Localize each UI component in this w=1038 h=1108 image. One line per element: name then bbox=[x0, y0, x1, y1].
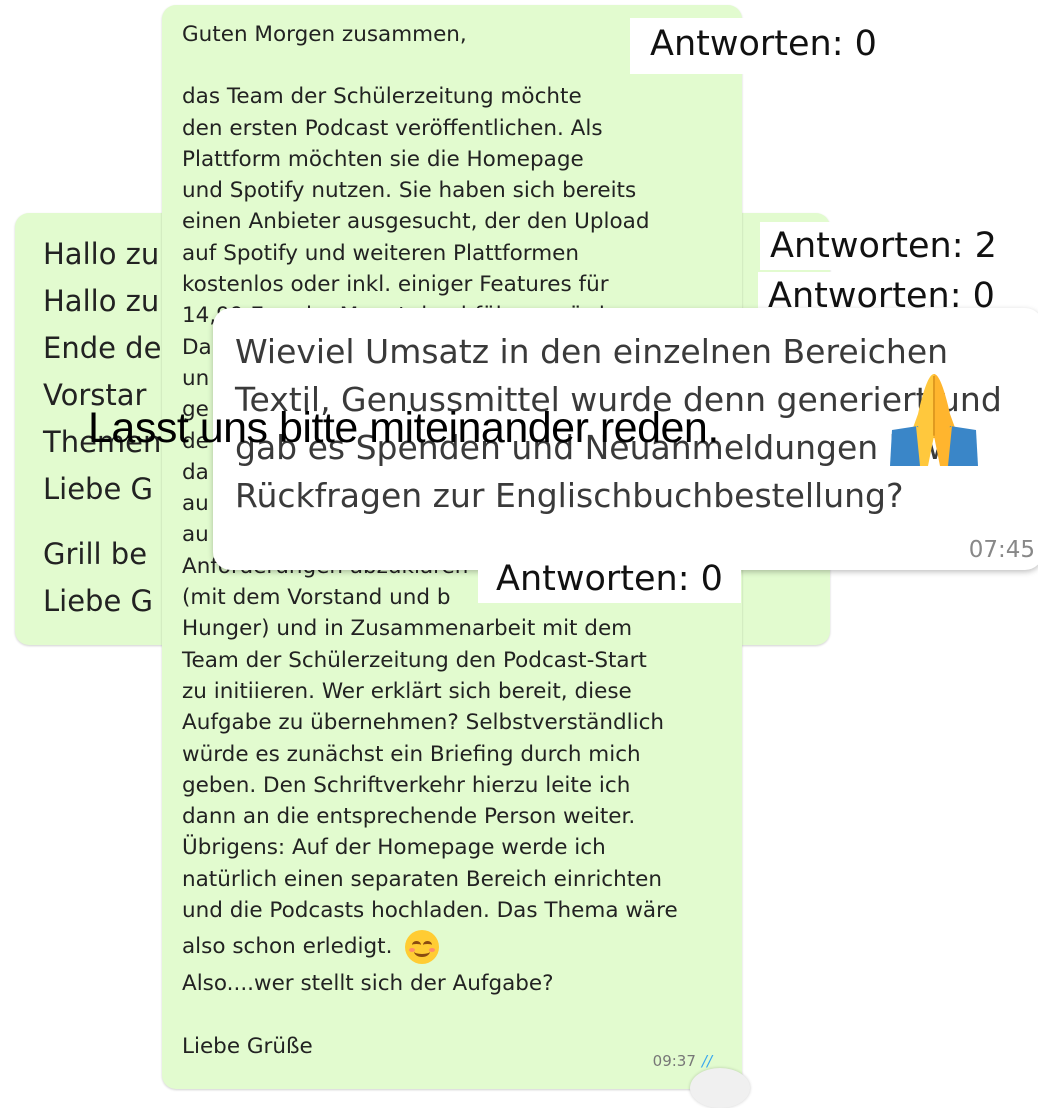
time-text: 09:37 bbox=[652, 1051, 696, 1070]
overlay-caption: Lasst uns bitte miteinander reden. bbox=[88, 404, 719, 452]
body-line: Hunger) und in Zusammenarbeit mit dem bbox=[182, 616, 633, 642]
white-bubble-line: Rückfragen zur Englischbuchbestellung? bbox=[235, 476, 904, 515]
body-line: den ersten Podcast veröffentlichen. Als bbox=[182, 115, 603, 141]
folded-hands-icon bbox=[890, 374, 978, 466]
message-time: 07:45 bbox=[968, 537, 1035, 563]
reply-count-label: Antworten: 0 bbox=[630, 18, 897, 74]
scroll-down-button[interactable] bbox=[690, 1068, 750, 1108]
read-receipt-icon: // bbox=[701, 1051, 712, 1070]
body-line: kostenlos oder inkl. einiger Features fü… bbox=[182, 272, 609, 298]
body-line: Übrigens: Auf der Homepage werde ich bbox=[182, 835, 606, 861]
body-line: einen Anbieter ausgesucht, der den Uploa… bbox=[182, 209, 650, 235]
reply-count-label: Antworten: 0 bbox=[758, 272, 1005, 310]
reply-count-label: Antworten: 2 bbox=[760, 222, 1007, 270]
body-line: und Spotify nutzen. Sie haben sich berei… bbox=[182, 178, 637, 204]
body-line: und die Podcasts hochladen. Das Thema wä… bbox=[182, 898, 678, 924]
body-line: auf Spotify und weiteren Plattformen bbox=[182, 240, 579, 266]
body-line: natürlich einen separaten Bereich einric… bbox=[182, 866, 663, 892]
reply-count-label: Antworten: 0 bbox=[478, 555, 741, 603]
body-line: Aufgabe zu übernehmen? Selbstverständlic… bbox=[182, 710, 665, 736]
message-question: Also....wer stellt sich der Aufgabe? bbox=[182, 971, 554, 997]
body-line: also schon erledigt. bbox=[182, 934, 393, 960]
body-line: Team der Schülerzeitung den Podcast-Star… bbox=[182, 647, 647, 673]
body-line: zu initiieren. Wer erklärt sich bereit, … bbox=[182, 678, 632, 704]
last-line-row: also schon erledigt. bbox=[182, 930, 742, 965]
body-line: das Team der Schülerzeitung möchte bbox=[182, 84, 582, 110]
body-line: geben. Den Schriftverkehr hierzu leite i… bbox=[182, 772, 631, 798]
smiling-face-icon bbox=[405, 930, 440, 965]
body-line: Plattform möchten sie die Homepage bbox=[182, 146, 584, 172]
body-line: würde es zunächst ein Briefing durch mic… bbox=[182, 741, 641, 767]
body-line: dann an die entsprechende Person weiter. bbox=[182, 804, 636, 830]
